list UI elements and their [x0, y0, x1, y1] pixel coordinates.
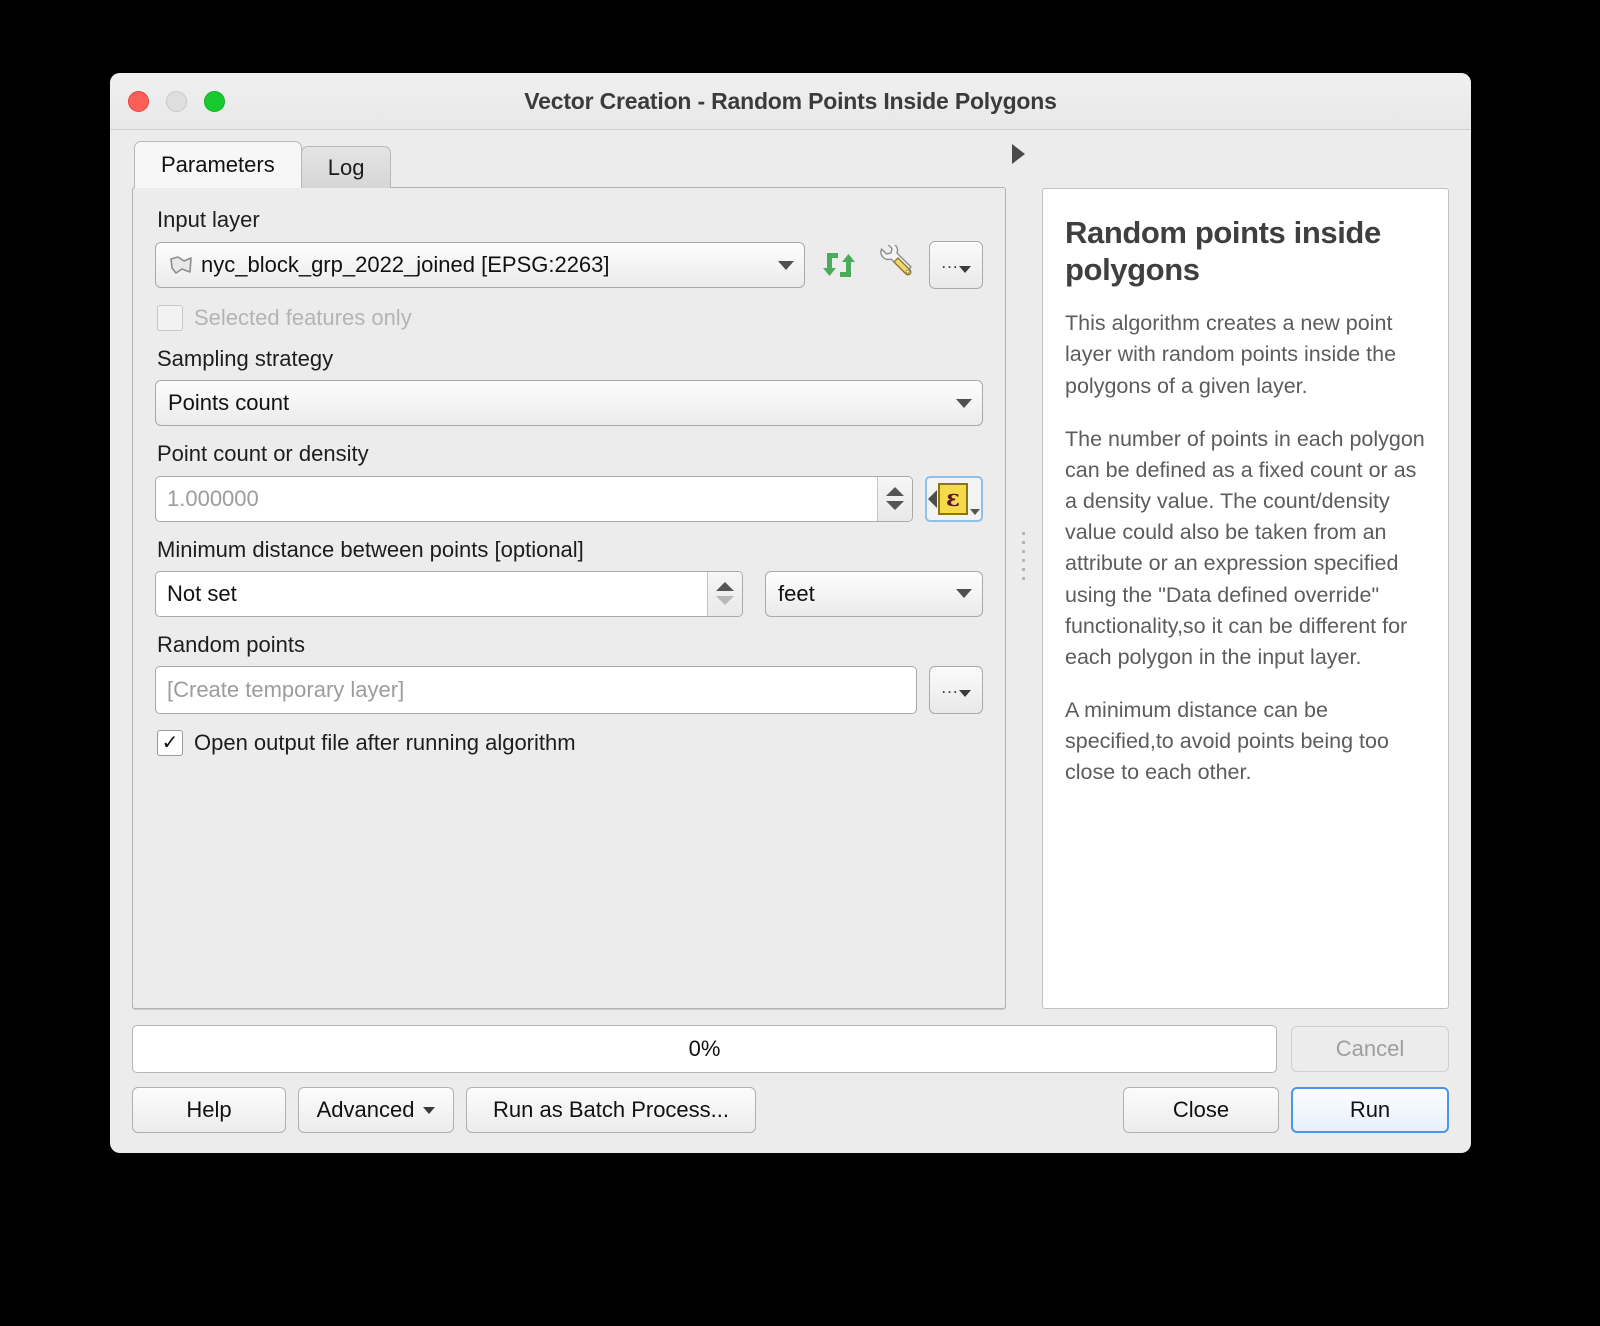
point-count-value: 1.000000 — [167, 485, 259, 511]
help-paragraph-2: The number of points in each polygon can… — [1065, 426, 1425, 669]
polygon-layer-icon — [168, 255, 194, 275]
min-distance-spinbox[interactable]: Not set — [155, 570, 743, 617]
help-paragraph-3: A minimum distance can be specified,to a… — [1065, 698, 1389, 785]
output-path-input[interactable]: [Create temporary layer] — [155, 665, 917, 714]
chevron-down-icon — [423, 1106, 436, 1114]
tabstrip: Parameters Log — [132, 141, 1006, 188]
min-distance-units-combobox[interactable]: feet — [765, 570, 983, 617]
open-output-label: Open output file after running algorithm — [194, 729, 576, 755]
chevron-down-icon — [958, 690, 971, 698]
min-distance-value: Not set — [167, 580, 237, 606]
input-layer-more-label: ... — [941, 252, 959, 272]
expression-epsilon-icon: ε — [938, 482, 968, 515]
min-distance-stepper[interactable] — [707, 571, 742, 616]
advanced-button[interactable]: Advanced — [298, 1087, 454, 1133]
tab-log-label: Log — [327, 154, 365, 180]
window-controls — [128, 90, 225, 112]
input-layer-combobox[interactable]: nyc_block_grp_2022_joined [EPSG:2263] — [155, 242, 805, 289]
min-distance-row: Not set feet — [155, 570, 983, 617]
sampling-strategy-combobox[interactable]: Points count — [155, 380, 983, 427]
help-title: Random points inside polygons — [1065, 215, 1381, 287]
chevron-down-icon — [958, 265, 971, 273]
wrench-icon[interactable] — [873, 243, 917, 287]
input-layer-value: nyc_block_grp_2022_joined [EPSG:2263] — [201, 252, 610, 278]
point-count-label: Point count or density — [157, 441, 369, 467]
expand-panel-arrow-icon[interactable] — [1012, 144, 1025, 164]
help-panel: Random points inside polygons This algor… — [1042, 188, 1449, 1009]
tab-log[interactable]: Log — [300, 146, 392, 188]
desktop-background: Vector Creation - Random Points Inside P… — [0, 0, 1600, 1326]
progress-bar: 0% — [132, 1025, 1277, 1073]
output-label: Random points — [157, 631, 305, 657]
close-button[interactable]: Close — [1123, 1087, 1279, 1133]
chevron-down-icon — [778, 260, 794, 270]
run-as-batch-button-label: Run as Batch Process... — [493, 1097, 729, 1122]
window-title: Vector Creation - Random Points Inside P… — [524, 87, 1057, 114]
output-browse-button[interactable]: ... — [929, 665, 983, 714]
selected-features-only-checkbox[interactable] — [157, 305, 183, 332]
open-output-row[interactable]: ✓ Open output file after running algorit… — [157, 729, 983, 756]
data-defined-override-button[interactable]: ε — [925, 475, 983, 522]
output-browse-label: ... — [941, 677, 959, 697]
sampling-strategy-label: Sampling strategy — [157, 346, 334, 372]
stepper-up-icon[interactable] — [716, 582, 734, 592]
splitter-handle[interactable] — [1022, 532, 1025, 580]
maximize-window-button[interactable] — [204, 90, 225, 112]
panel-splitter[interactable] — [1006, 142, 1042, 1009]
point-count-stepper[interactable] — [877, 476, 912, 521]
input-layer-row: nyc_block_grp_2022_joined [EPSG:2263] ..… — [155, 241, 983, 290]
sampling-strategy-value: Points count — [168, 390, 290, 416]
window-titlebar: Vector Creation - Random Points Inside P… — [110, 73, 1471, 130]
tab-parameters[interactable]: Parameters — [134, 141, 302, 188]
arrow-left-icon — [928, 489, 937, 508]
dialog-footer: 0% Cancel Help Advanced Run as Batch Pro… — [110, 1009, 1471, 1153]
stepper-up-icon[interactable] — [886, 487, 904, 497]
chevron-down-icon — [970, 508, 980, 515]
progress-text: 0% — [688, 1036, 721, 1061]
progress-row: 0% Cancel — [132, 1025, 1449, 1073]
close-button-label: Close — [1172, 1097, 1230, 1122]
tab-parameters-label: Parameters — [161, 152, 275, 177]
chevron-down-icon — [956, 589, 972, 599]
open-output-checkbox[interactable]: ✓ — [157, 729, 183, 756]
run-button-label: Run — [1349, 1097, 1391, 1122]
selected-features-only-row[interactable]: Selected features only — [157, 305, 983, 332]
stepper-down-icon[interactable] — [716, 596, 734, 606]
advanced-button-label: Advanced — [316, 1097, 415, 1122]
parameters-panel: Input layer nyc_block_grp_2022_joined [E… — [132, 187, 1006, 1009]
close-window-button[interactable] — [128, 90, 149, 112]
min-distance-label: Minimum distance between points [optiona… — [157, 536, 584, 562]
help-button-label: Help — [186, 1097, 232, 1122]
cancel-button[interactable]: Cancel — [1291, 1026, 1449, 1072]
input-layer-more-button[interactable]: ... — [929, 241, 983, 290]
run-button[interactable]: Run — [1291, 1087, 1449, 1133]
buttons-row: Help Advanced Run as Batch Process... Cl… — [132, 1087, 1449, 1133]
left-pane: Parameters Log Input layer nyc_block_grp… — [132, 141, 1006, 1009]
minimize-window-button[interactable] — [166, 90, 187, 112]
output-path-value: [Create temporary layer] — [167, 676, 405, 702]
processing-algorithm-dialog: Vector Creation - Random Points Inside P… — [110, 73, 1471, 1153]
point-count-row: 1.000000 ε — [155, 475, 983, 522]
input-layer-label: Input layer — [157, 207, 260, 232]
point-count-spinbox[interactable]: 1.000000 — [155, 475, 913, 522]
dialog-body: Parameters Log Input layer nyc_block_grp… — [110, 130, 1471, 1153]
sampling-strategy-row: Points count — [155, 380, 983, 427]
selected-features-only-label: Selected features only — [194, 305, 412, 331]
content-row: Parameters Log Input layer nyc_block_grp… — [110, 130, 1471, 1009]
cancel-button-label: Cancel — [1335, 1036, 1405, 1061]
help-paragraph-1: This algorithm creates a new point layer… — [1065, 311, 1397, 398]
run-as-batch-button[interactable]: Run as Batch Process... — [466, 1087, 756, 1133]
help-button[interactable]: Help — [132, 1087, 286, 1133]
refresh-icon[interactable] — [817, 243, 861, 287]
stepper-down-icon[interactable] — [886, 501, 904, 511]
min-distance-units-value: feet — [778, 580, 815, 606]
output-row: [Create temporary layer] ... — [155, 665, 983, 714]
chevron-down-icon — [956, 398, 972, 408]
